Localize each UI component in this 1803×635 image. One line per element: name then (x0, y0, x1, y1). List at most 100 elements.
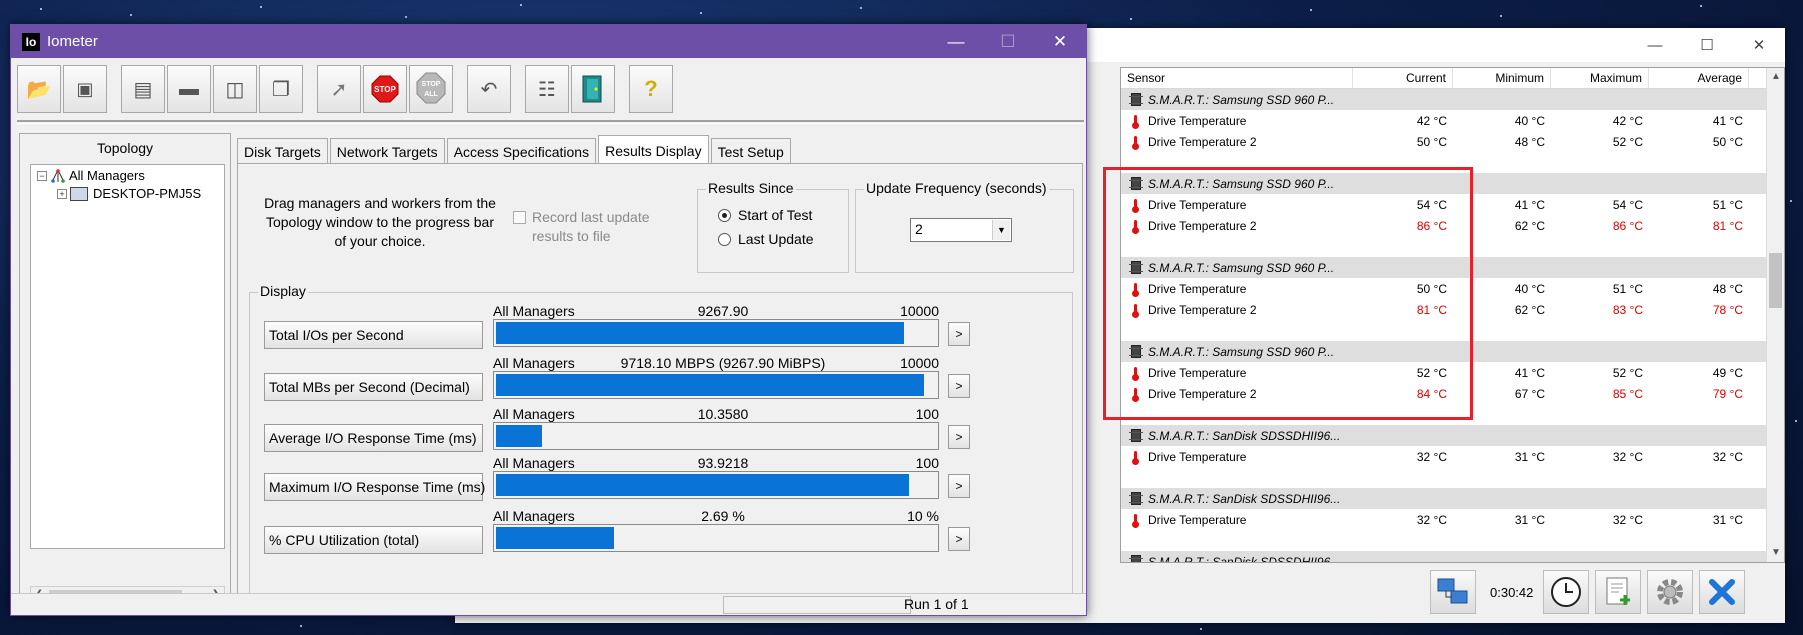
radio-last-update[interactable]: Last Update (718, 231, 814, 247)
radio-selected-icon[interactable] (718, 208, 731, 222)
metric-select-button[interactable]: Maximum I/O Response Time (ms) (264, 473, 485, 501)
network-icon (1437, 578, 1468, 604)
sensor-name-cell: Drive Temperature (1121, 114, 1353, 129)
radio-start-of-test[interactable]: Start of Test (718, 207, 812, 223)
sensor-row[interactable]: Drive Temperature 42 °C 40 °C 42 °C 41 °C (1121, 110, 1784, 131)
checkbox-icon[interactable] (513, 211, 526, 224)
add-report-icon (1606, 577, 1631, 605)
sensor-vertical-scrollbar[interactable]: ▲ ▼ (1766, 68, 1784, 562)
sensor-group-row[interactable]: S.M.A.R.T.: SanDisk SDSSDHII96... (1121, 488, 1784, 509)
exit-icon (582, 75, 602, 103)
scroll-thumb[interactable] (1769, 253, 1782, 308)
stop-all-button[interactable]: STOP ALL (409, 65, 453, 113)
metric-progress-bar[interactable] (493, 319, 939, 347)
tab-access-specifications[interactable]: Access Specifications (446, 138, 597, 163)
record-results-label: Record last update results to file (532, 209, 650, 244)
column-sensor[interactable]: Sensor (1121, 68, 1353, 88)
update-frequency-group: Update Frequency (seconds) 2 ▼ (855, 180, 1074, 273)
maximum-cell: 83 °C (1612, 302, 1643, 317)
disconnect-button[interactable]: ☷ (525, 65, 569, 113)
metric-arrow-button[interactable]: > (948, 322, 970, 346)
tab-test-setup[interactable]: Test Setup (710, 138, 791, 163)
sensor-row[interactable]: Drive Temperature 2 50 °C 48 °C 52 °C 50 °C (1121, 131, 1784, 152)
display-group: Display Total I/Os per Second All Manager… (249, 283, 1073, 608)
hwinfo-maximize-button[interactable]: ☐ (1681, 28, 1733, 62)
computer-icon (70, 186, 88, 201)
tree-item-manager[interactable]: + DESKTOP-PMJ5S (31, 184, 224, 203)
save-button[interactable]: ▣ (63, 65, 107, 113)
run-status: Run 1 of 1 (904, 596, 969, 612)
add-report-button[interactable] (1595, 570, 1642, 614)
metric-arrow-button[interactable]: > (948, 374, 970, 398)
settings-button[interactable] (1647, 570, 1694, 614)
exit-button[interactable] (571, 65, 615, 113)
sensor-row[interactable]: Drive Temperature 32 °C 31 °C 32 °C 31 °C (1121, 509, 1784, 530)
maximum-cell: 32 °C (1612, 512, 1643, 527)
group-name: S.M.A.R.T.: SanDisk SDSSDHII96... (1148, 428, 1341, 443)
metric-arrow-button[interactable]: > (948, 527, 970, 551)
iometer-maximize-button[interactable]: ☐ (982, 25, 1034, 58)
hwinfo-minimize-button[interactable]: — (1629, 28, 1681, 62)
metric-progress-bar[interactable] (493, 422, 939, 450)
hwinfo-close-button[interactable]: ✕ (1733, 28, 1785, 62)
svg-text:STOP: STOP (422, 81, 441, 88)
scroll-down-arrow-icon[interactable]: ▼ (1767, 544, 1784, 562)
metric-progress-bar[interactable] (493, 371, 939, 399)
metric-progress-bar[interactable] (493, 524, 939, 552)
clock-button[interactable] (1543, 570, 1590, 614)
new-disk-worker-button[interactable]: ▬ (167, 65, 211, 113)
expand-icon[interactable]: + (57, 188, 67, 199)
metric-select-button[interactable]: Average I/O Response Time (ms) (264, 424, 483, 452)
chevron-down-icon[interactable]: ▼ (992, 220, 1010, 240)
sensor-group-row[interactable]: S.M.A.R.T.: Samsung SSD 960 P... (1121, 89, 1784, 110)
sensor-group-row[interactable]: S.M.A.R.T.: SanDisk SDSSDHII96... (1121, 425, 1784, 446)
close-sensors-button[interactable] (1699, 570, 1746, 614)
radio-unselected-icon[interactable] (718, 232, 731, 246)
status-pane-middle (723, 596, 911, 614)
topology-panel: Topology − All Managers + DESKTOP-PMJ5S … (19, 133, 231, 611)
column-minimum[interactable]: Minimum (1453, 68, 1551, 88)
column-current[interactable]: Current (1353, 68, 1453, 88)
all-managers-icon (51, 168, 65, 183)
metric-max: 100 (915, 406, 939, 422)
reset-button[interactable]: ↶ (467, 65, 511, 113)
column-maximum[interactable]: Maximum (1551, 68, 1649, 88)
iometer-minimize-button[interactable]: — (930, 25, 982, 58)
metric-progress-bar[interactable] (493, 471, 939, 499)
sensor-group-row[interactable]: S.M.A.R.T.: SanDisk SDSSDHII96... (1121, 551, 1784, 562)
start-button[interactable]: ➚ (317, 65, 361, 113)
metric-value: 2.69 % (701, 508, 745, 524)
scroll-up-arrow-icon[interactable]: ▲ (1767, 68, 1784, 86)
open-button[interactable]: 📂 (17, 65, 61, 113)
metric-progress-fill (496, 322, 904, 344)
metric-select-button[interactable]: Total I/Os per Second (264, 321, 483, 349)
metric-arrow-button[interactable]: > (948, 425, 970, 449)
tab-network-targets[interactable]: Network Targets (329, 138, 445, 163)
iometer-close-button[interactable]: ✕ (1034, 25, 1086, 58)
toolbar-separator (17, 120, 1084, 124)
tab-disk-targets[interactable]: Disk Targets (237, 138, 328, 163)
new-disk-worker-icon: ▬ (179, 77, 199, 100)
new-network-worker-button[interactable]: ◫ (213, 65, 257, 113)
drive-chip-icon (1129, 93, 1143, 106)
maximum-cell: 52 °C (1612, 134, 1643, 149)
sensor-row[interactable]: Drive Temperature 32 °C 31 °C 32 °C 32 °C (1121, 446, 1784, 467)
update-frequency-legend: Update Frequency (seconds) (864, 180, 1049, 196)
tree-item-all-managers[interactable]: − All Managers (31, 165, 224, 184)
update-frequency-select[interactable]: 2 ▼ (910, 218, 1012, 242)
metric-select-button[interactable]: % CPU Utilization (total) (264, 526, 483, 554)
column-average[interactable]: Average (1649, 68, 1749, 88)
help-button[interactable]: ? (629, 65, 673, 113)
duplicate-worker-button[interactable]: ❐ (259, 65, 303, 113)
metric-select-button[interactable]: Total MBs per Second (Decimal) (264, 373, 483, 401)
network-button[interactable] (1430, 570, 1476, 614)
tab-results-display[interactable]: Results Display (598, 135, 709, 163)
collapse-icon[interactable]: − (37, 170, 47, 181)
new-manager-button[interactable]: ▤ (121, 65, 165, 113)
metric-source: All Managers (493, 455, 575, 471)
metric-arrow-button[interactable]: > (948, 474, 970, 498)
record-results-checkbox[interactable]: Record last update results to file (513, 208, 670, 246)
stop-button[interactable]: STOP (363, 65, 407, 113)
results-since-group: Results Since Start of Test Last Update (697, 180, 849, 273)
drive-chip-icon (1129, 492, 1143, 505)
